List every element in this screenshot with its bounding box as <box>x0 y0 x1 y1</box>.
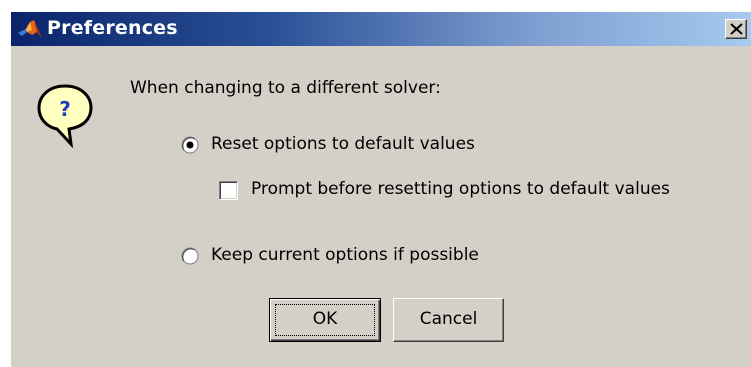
window-title: Preferences <box>47 17 178 39</box>
ok-button[interactable]: OK <box>269 298 381 342</box>
cancel-button[interactable]: Cancel <box>393 298 504 342</box>
radio-keep-options[interactable] <box>181 247 199 265</box>
ok-button-label: OK <box>312 309 338 329</box>
radio-keep-options-label[interactable]: Keep current options if possible <box>211 245 479 265</box>
close-icon <box>730 23 743 35</box>
close-button[interactable] <box>725 19 747 39</box>
question-glyph: ? <box>59 97 71 121</box>
cancel-button-label: Cancel <box>419 309 478 329</box>
radio-reset-options[interactable] <box>181 136 199 154</box>
radio-reset-options-label[interactable]: Reset options to default values <box>211 134 475 154</box>
title-bar[interactable]: Preferences <box>11 12 751 46</box>
question-balloon-icon: ? <box>35 82 95 149</box>
prompt-before-reset-checkbox[interactable] <box>219 181 238 200</box>
matlab-logo-icon <box>17 18 43 40</box>
prompt-before-reset-label[interactable]: Prompt before resetting options to defau… <box>251 179 670 199</box>
prompt-text: When changing to a different solver: <box>130 78 441 98</box>
preferences-dialog: Preferences ? When changing to a differe… <box>10 11 751 367</box>
